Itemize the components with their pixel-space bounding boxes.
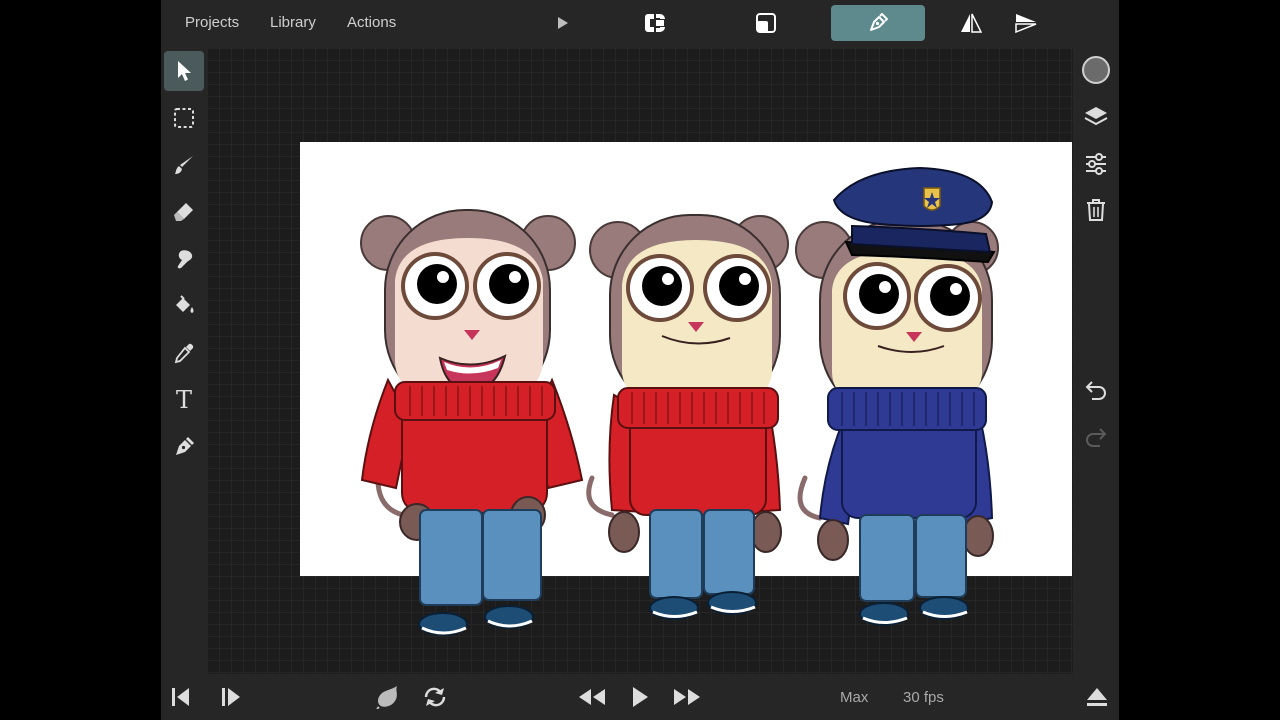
next-frame-button[interactable] (215, 681, 247, 713)
character-middle (586, 214, 789, 620)
onion-skin-toggle[interactable] (372, 681, 404, 713)
smudge-tool[interactable] (164, 239, 204, 279)
select-tool[interactable] (164, 51, 204, 91)
play-icon (558, 17, 568, 29)
undo-icon (1085, 381, 1106, 400)
skip-to-start-icon (172, 688, 189, 706)
flip-vertical-icon (1015, 14, 1037, 33)
animation-app: Projects Library Actions T Max 30 fps (161, 0, 1119, 720)
smudge-icon (177, 250, 193, 269)
right-toolbar (1073, 48, 1119, 674)
pen-tool-icon (176, 437, 194, 455)
rewind-button[interactable] (576, 681, 608, 713)
undo-button[interactable] (1076, 370, 1116, 410)
onion-skin-icon (645, 14, 665, 32)
menu-projects[interactable]: Projects (185, 14, 239, 31)
color-swatch-icon (1082, 56, 1110, 84)
fast-forward-icon (674, 689, 700, 705)
step-forward-icon (222, 688, 240, 706)
redo-button[interactable] (1076, 417, 1116, 457)
adjustments-button[interactable] (1076, 144, 1116, 184)
pen-mode-button[interactable] (831, 5, 925, 41)
adjustments-icon (1086, 153, 1106, 175)
flip-horizontal-button[interactable] (951, 5, 991, 41)
zoom-level[interactable]: Max (840, 689, 868, 706)
first-frame-button[interactable] (165, 681, 197, 713)
onion-icon (376, 686, 397, 709)
top-toolbar: Projects Library Actions (161, 0, 1119, 48)
text-tool-icon: T (175, 386, 192, 414)
redo-icon (1086, 428, 1107, 447)
play-button[interactable] (624, 681, 656, 713)
crop-button[interactable] (746, 5, 786, 41)
menu-actions[interactable]: Actions (347, 14, 396, 31)
timeline-toggle-button[interactable] (1081, 681, 1113, 713)
canvas-workspace[interactable] (207, 48, 1073, 674)
pen-tool[interactable] (164, 427, 204, 467)
eyedropper-tool[interactable] (164, 333, 204, 373)
character-artwork (360, 166, 999, 636)
character-right-police (795, 166, 999, 626)
eraser-tool[interactable] (164, 192, 204, 232)
text-tool[interactable]: T (164, 380, 204, 420)
flip-horizontal-icon (961, 13, 982, 33)
loop-icon (424, 687, 446, 707)
frame-rate[interactable]: 30 fps (903, 689, 944, 706)
loop-toggle[interactable] (419, 681, 451, 713)
paint-bucket-tool[interactable] (164, 286, 204, 326)
character-left (360, 209, 584, 636)
rewind-icon (579, 689, 605, 705)
pen-mode-icon (870, 13, 888, 31)
marquee-select-tool[interactable] (164, 98, 204, 138)
flip-vertical-button[interactable] (1006, 5, 1046, 41)
eyedropper-icon (174, 343, 194, 364)
bottom-playback-bar: Max 30 fps (161, 674, 1119, 720)
select-arrow-icon (178, 61, 191, 81)
paint-bucket-icon (176, 295, 194, 313)
eraser-icon (174, 203, 193, 221)
marquee-select-icon (174, 108, 194, 128)
menu-library[interactable]: Library (270, 14, 316, 31)
play-icon (633, 687, 648, 707)
color-picker-button[interactable] (1076, 50, 1116, 90)
fast-forward-button[interactable] (671, 681, 703, 713)
layers-button[interactable] (1076, 97, 1116, 137)
crop-icon (756, 13, 776, 33)
layers-icon (1084, 107, 1108, 126)
left-toolbar: T (161, 48, 207, 674)
play-preview-button[interactable] (543, 5, 583, 41)
brush-icon (175, 156, 193, 174)
onion-skin-button[interactable] (635, 5, 675, 41)
trash-icon (1087, 199, 1105, 221)
brush-tool[interactable] (164, 145, 204, 185)
delete-button[interactable] (1076, 190, 1116, 230)
eject-icon (1087, 688, 1107, 706)
